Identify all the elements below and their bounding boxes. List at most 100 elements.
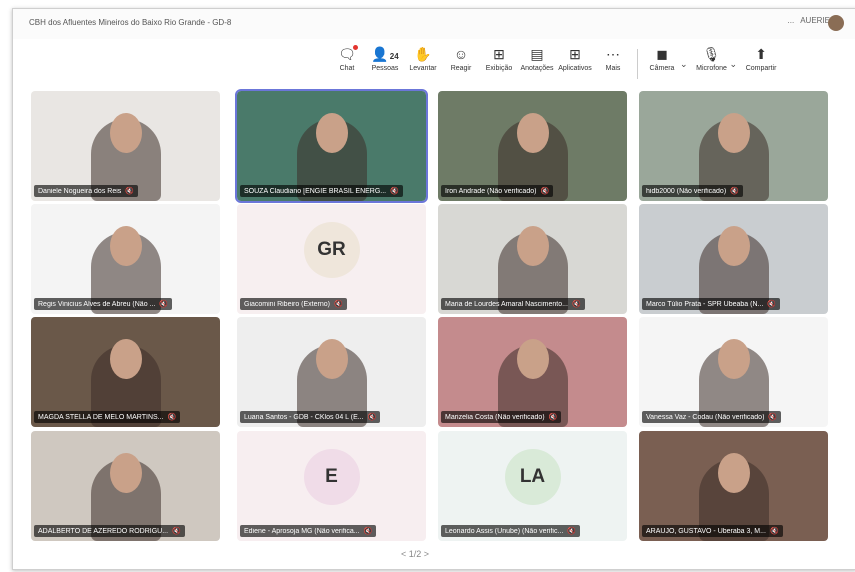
user-name: AUERIE [800, 16, 830, 25]
meeting-toolbar: 🗨 Chat 👤24 Pessoas ✋ Levantar ☺ Reagir ⊞… [331, 45, 855, 87]
participant-face [110, 226, 142, 266]
participant-name-label: Iron Andrade (Não verificado) 🔇 [441, 185, 554, 197]
participant-name-label: Daniele Nogueira dos Reis 🔇 [34, 185, 138, 197]
participant-tile[interactable]: Marizelia Costa (Não verificado) 🔇 [438, 317, 627, 427]
participant-face [718, 453, 750, 493]
participant-name: Marco Túlio Prata - SPR Ubeaba (N... [646, 300, 764, 308]
participant-name-label: hidb2000 (Não verificado) 🔇 [642, 185, 743, 197]
participant-tile[interactable]: ADALBERTO DE AZEREDO RODRIGU... 🔇 [31, 431, 220, 541]
participant-tile[interactable]: Regis Vinicius Alves de Abreu (Não ... 🔇 [31, 204, 220, 314]
participant-tile[interactable]: Iron Andrade (Não verificado) 🔇 [438, 91, 627, 201]
participant-name-label: Maria de Lourdes Amaral Nascimento... 🔇 [441, 298, 585, 310]
mic-muted-icon: 🔇 [730, 188, 739, 195]
view-button[interactable]: ⊞ Exibição [483, 45, 515, 72]
user-avatar[interactable] [828, 15, 844, 31]
participant-tile[interactable]: MAGDA STELLA DE MELO MARTINS... 🔇 [31, 317, 220, 427]
chat-label: Chat [339, 65, 355, 72]
view-label: Exibição [485, 65, 513, 72]
participant-initials-avatar: E [303, 449, 360, 506]
participant-name-label: ADALBERTO DE AZEREDO RODRIGU... 🔇 [34, 525, 185, 537]
participant-name: Iron Andrade (Não verificado) [445, 187, 537, 195]
mic-muted-icon: 🔇 [540, 188, 550, 195]
mic-muted-icon: 🔇 [390, 188, 399, 195]
more-button[interactable]: ⋯ Mais [597, 45, 629, 72]
mic-muted-icon: 🔇 [567, 528, 576, 535]
people-count: 24 [389, 52, 399, 61]
participant-face [517, 113, 549, 153]
participant-name: Maria de Lourdes Amaral Nascimento... [445, 300, 568, 308]
mic-muted-icon: 🔇 [167, 414, 177, 421]
participant-name: Leonardo Assis (Unube) (Não verific... [445, 527, 564, 535]
participant-tile[interactable]: Daniele Nogueira dos Reis 🔇 [31, 91, 220, 201]
notes-button[interactable]: ▤ Anotações [520, 45, 554, 72]
title-bar-right: ... AUERIE [788, 16, 830, 25]
apps-button[interactable]: ⊞ Aplicativos [558, 45, 591, 72]
participant-face [110, 113, 142, 153]
participant-name: Vanessa Vaz - Codau (Não verificado) [646, 413, 765, 421]
microphone-label: Microfone [696, 65, 727, 72]
camera-button[interactable]: ◼ Câmera [646, 45, 678, 72]
mic-muted-icon: 🔇 [769, 528, 779, 535]
participant-tile[interactable]: ARAUJO, GUSTAVO - Uberaba 3, M... 🔇 [639, 431, 828, 541]
ellipsis-icon: ⋯ [606, 46, 620, 62]
participant-tile[interactable]: LA Leonardo Assis (Unube) (Não verific...… [438, 431, 627, 541]
participant-name-label: Marco Túlio Prata - SPR Ubeaba (N... 🔇 [642, 298, 781, 310]
participant-face [517, 339, 549, 379]
title-bar: CBH dos Afluentes Mineiros do Baixo Rio … [13, 9, 855, 39]
participant-face [316, 113, 348, 153]
more-label: Mais [605, 65, 621, 72]
participant-tile[interactable]: Vanessa Vaz - Codau (Não verificado) 🔇 [639, 317, 828, 427]
smiley-icon: ☺ [453, 46, 469, 62]
participant-grid: Daniele Nogueira dos Reis 🔇 SOUZA Claudian… [31, 89, 837, 545]
participant-face [316, 339, 348, 379]
participant-name: SOUZA Claudiano [ENGIE BRASIL ENERG... [244, 187, 387, 195]
participant-name: Giacomini Ribeiro (Externo) [244, 300, 330, 308]
meeting-title: CBH dos Afluentes Mineiros do Baixo Rio … [29, 18, 232, 27]
participant-tile[interactable]: GR Giacomini Ribeiro (Externo) 🔇 [237, 204, 426, 314]
react-button[interactable]: ☺ Reagir [445, 45, 477, 72]
participant-face [110, 453, 142, 493]
pagination[interactable]: < 1/2 > [401, 549, 429, 559]
participant-name: ARAUJO, GUSTAVO - Uberaba 3, M... [646, 527, 766, 535]
participant-tile[interactable]: SOUZA Claudiano [ENGIE BRASIL ENERG... 🔇 [235, 89, 428, 203]
camera-label: Câmera [649, 65, 675, 72]
participant-name: hidb2000 (Não verificado) [646, 187, 727, 195]
participant-name: Luana Santos - GDB - CKlos 04 L (E... [244, 413, 364, 421]
participant-name-label: Marizelia Costa (Não verificado) 🔇 [441, 411, 562, 423]
mic-muted-icon: 🔇 [548, 414, 558, 421]
mic-muted-icon: 🔇 [172, 528, 181, 535]
more-options-icon[interactable]: ... [788, 16, 795, 25]
participant-tile[interactable]: E Ediene - Aprosoja MG (Não verifica... 🔇 [237, 431, 426, 541]
participant-face [517, 226, 549, 266]
share-label: Compartir [745, 65, 777, 72]
participant-tile[interactable]: hidb2000 (Não verificado) 🔇 [639, 91, 828, 201]
participant-tile[interactable]: Luana Santos - GDB - CKlos 04 L (E... 🔇 [237, 317, 426, 427]
people-label: Pessoas [371, 65, 399, 72]
participant-name-label: Ediene - Aprosoja MG (Não verifica... 🔇 [240, 525, 377, 537]
meeting-window: CBH dos Afluentes Mineiros do Baixo Rio … [12, 8, 855, 570]
participant-name-label: Luana Santos - GDB - CKlos 04 L (E... 🔇 [240, 411, 381, 423]
participant-name-label: Leonardo Assis (Unube) (Não verific... 🔇 [441, 525, 580, 537]
chat-icon: 🗨 [338, 45, 358, 62]
participant-name-label: Giacomini Ribeiro (Externo) 🔇 [240, 298, 347, 310]
raise-hand-button[interactable]: ✋ Levantar [407, 45, 439, 72]
microphone-button[interactable]: 🎙 Microfone [696, 45, 728, 72]
participant-name-label: Regis Vinicius Alves de Abreu (Não ... 🔇 [34, 298, 173, 310]
people-button[interactable]: 👤24 Pessoas [369, 45, 401, 72]
share-button[interactable]: ⬆ Compartir [745, 45, 777, 72]
participant-name-label: ARAUJO, GUSTAVO - Uberaba 3, M... 🔇 [642, 525, 783, 537]
notes-label: Anotações [520, 65, 554, 72]
microphone-options-chevron-icon[interactable]: ⌄ [730, 59, 738, 70]
mic-muted-icon: 🔇 [571, 301, 581, 308]
camera-options-chevron-icon[interactable]: ⌄ [680, 59, 688, 70]
microphone-muted-icon: 🎙 [702, 46, 721, 62]
participant-face [110, 339, 142, 379]
mic-muted-icon: 🔇 [363, 528, 373, 535]
hand-icon: ✋ [414, 46, 432, 62]
participant-tile[interactable]: Marco Túlio Prata - SPR Ubeaba (N... 🔇 [639, 204, 828, 314]
chat-button[interactable]: 🗨 Chat [331, 45, 363, 72]
raise-hand-label: Levantar [409, 65, 437, 72]
participant-tile[interactable]: Maria de Lourdes Amaral Nascimento... 🔇 [438, 204, 627, 314]
participant-name: Regis Vinicius Alves de Abreu (Não ... [38, 300, 156, 308]
participant-face [718, 339, 750, 379]
